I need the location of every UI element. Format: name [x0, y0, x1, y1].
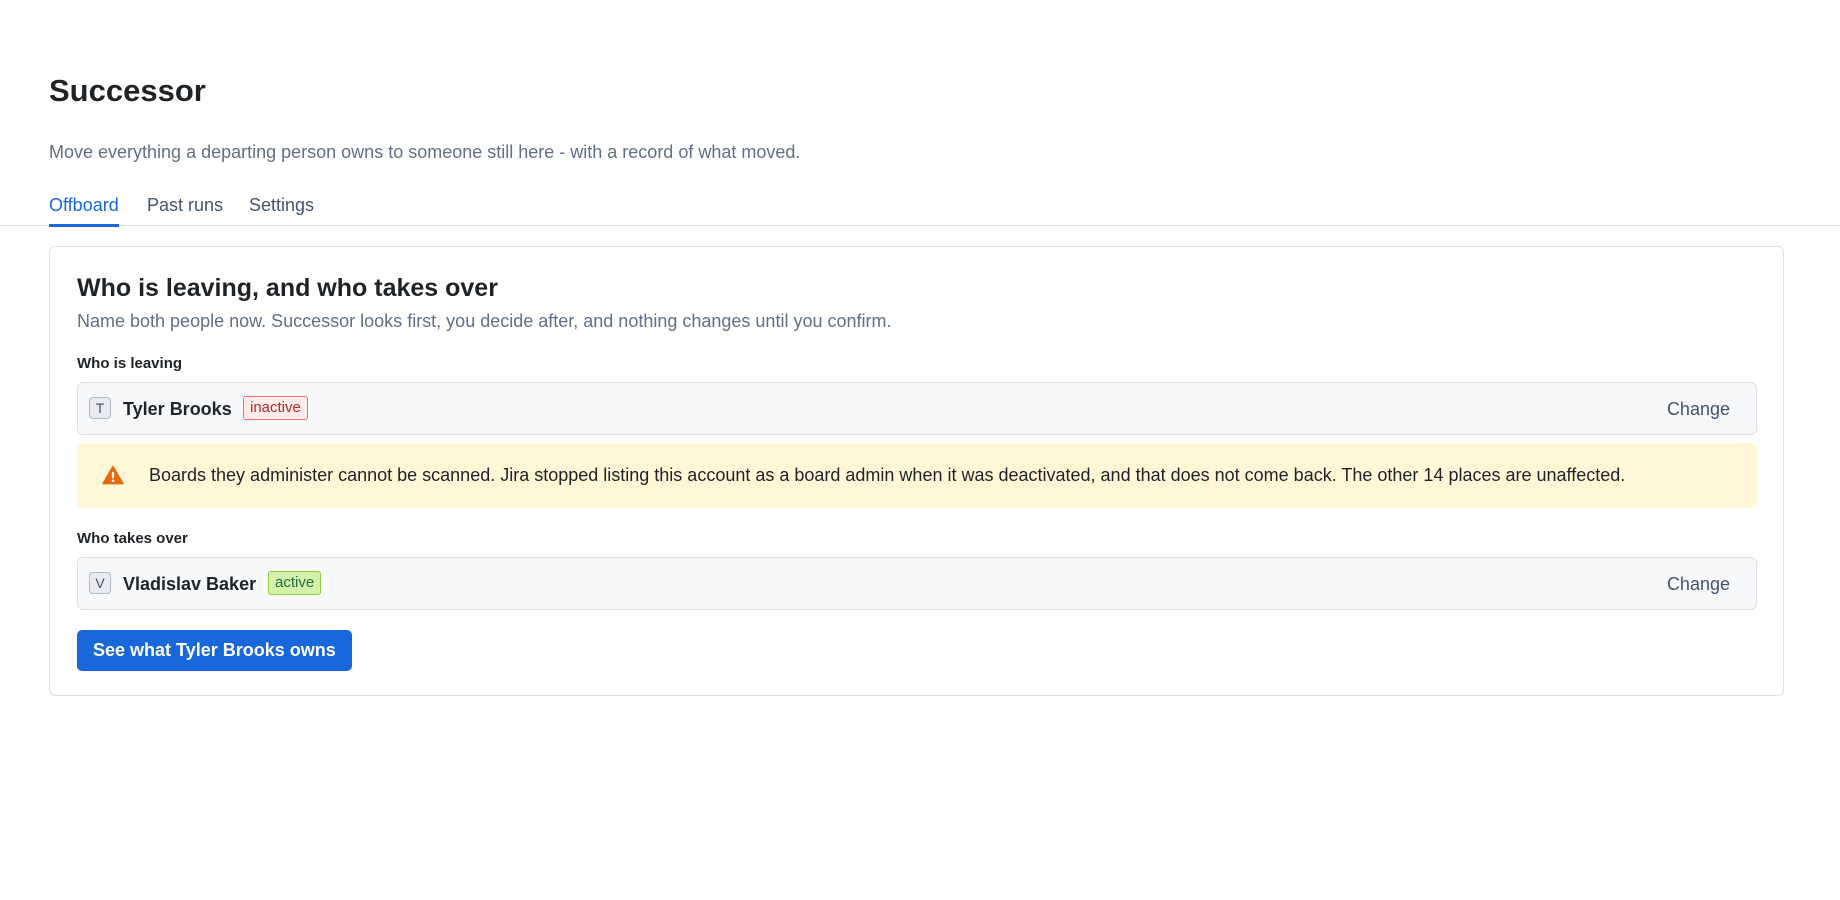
successor-page: Successor Move everything a departing pe… — [0, 0, 1840, 900]
leaving-label: Who is leaving — [77, 355, 183, 372]
takes-over-label: Who takes over — [77, 530, 188, 547]
status-badge-active: active — [268, 571, 322, 595]
avatar: V — [89, 572, 111, 594]
tab-settings[interactable]: Settings — [249, 194, 314, 224]
status-badge-inactive: inactive — [243, 396, 308, 420]
change-leaving-button[interactable]: Change — [1667, 398, 1730, 420]
page-subtitle: Move everything a departing person owns … — [49, 142, 801, 162]
warning-banner: Boards they administer cannot be scanned… — [77, 443, 1757, 508]
change-takes-over-button[interactable]: Change — [1667, 573, 1730, 595]
takes-over-person-name: Vladislav Baker — [123, 574, 257, 594]
tab-offboard[interactable]: Offboard — [49, 194, 119, 227]
card-title: Who is leaving, and who takes over — [77, 274, 498, 302]
leaving-person-name: Tyler Brooks — [123, 399, 232, 419]
leaving-person-row: T Tyler Brooks inactive Change — [77, 382, 1757, 435]
avatar: T — [89, 397, 111, 419]
tab-past-runs[interactable]: Past runs — [147, 194, 223, 224]
warning-text: Boards they administer cannot be scanned… — [149, 465, 1626, 485]
see-what-owns-button[interactable]: See what Tyler Brooks owns — [77, 630, 352, 671]
warning-triangle-icon — [102, 465, 124, 485]
tab-bar: Offboard Past runs Settings — [0, 192, 1840, 227]
takes-over-person-row: V Vladislav Baker active Change — [77, 557, 1757, 610]
page-title: Successor — [49, 73, 206, 108]
card-description: Name both people now. Successor looks fi… — [77, 311, 892, 331]
offboard-card: Who is leaving, and who takes over Name … — [49, 246, 1784, 696]
